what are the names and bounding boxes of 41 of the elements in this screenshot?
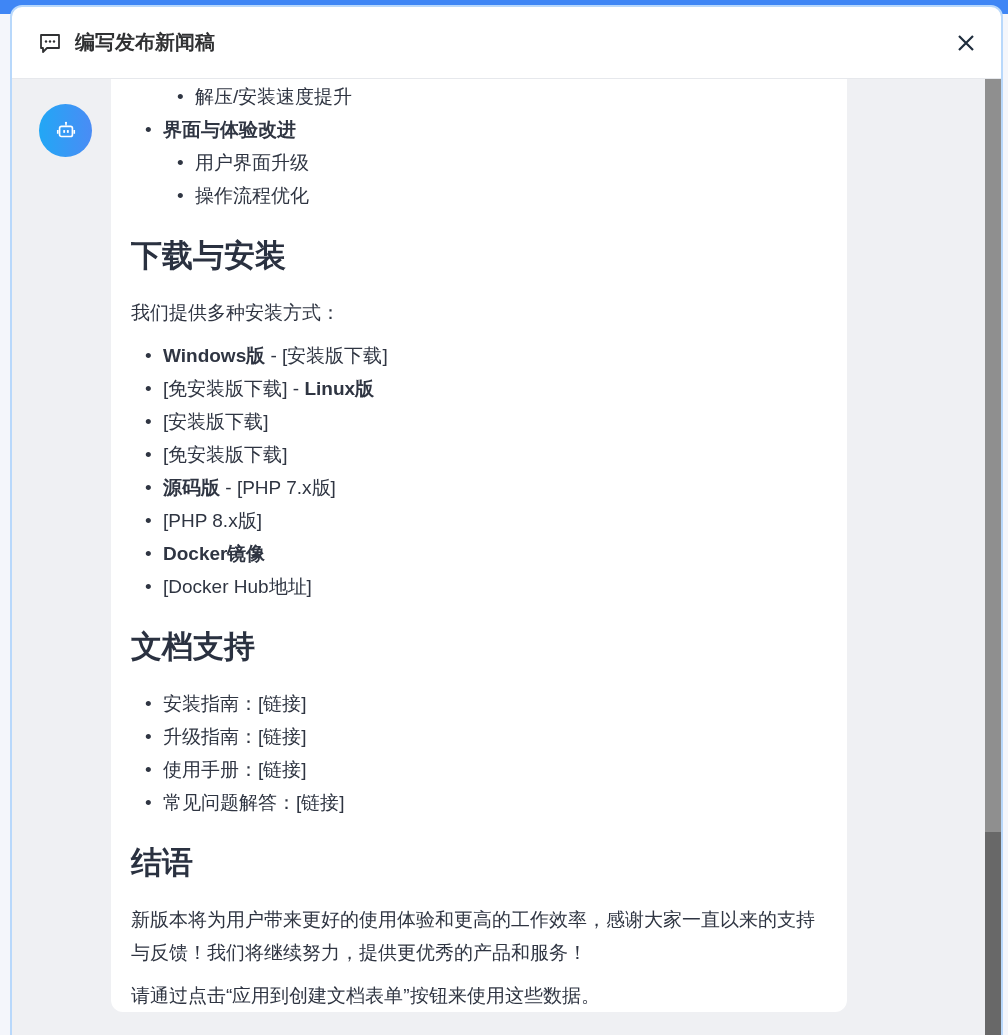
- scrollbar[interactable]: [985, 79, 1001, 1035]
- list-item: [免安装版下载]: [163, 443, 288, 467]
- list-item: Windows版 - [安装版下载]: [163, 344, 388, 368]
- section-heading: 文档支持: [131, 628, 256, 666]
- list-item: [免安装版下载] - Linux版: [163, 377, 375, 401]
- bullet: •: [177, 151, 185, 175]
- dialog-title: 编写发布新闻稿: [75, 30, 216, 55]
- list-item: 安装指南：[链接]: [163, 692, 307, 716]
- bullet: •: [177, 85, 185, 109]
- bullet: •: [145, 443, 153, 467]
- list-item: 操作流程优化: [195, 184, 309, 208]
- list-item: 源码版 - [PHP 7.x版]: [163, 476, 336, 500]
- bullet: •: [145, 542, 153, 566]
- robot-avatar-icon: [39, 104, 92, 157]
- bullet: •: [145, 575, 153, 599]
- bullet: •: [145, 377, 153, 401]
- section-heading: 下载与安装: [131, 237, 287, 275]
- bullet: •: [177, 184, 185, 208]
- bullet: •: [145, 410, 153, 434]
- paragraph: 请通过点击“应用到创建文档表单”按钮来使用这些数据。: [131, 984, 601, 1008]
- bullet: •: [145, 758, 153, 782]
- list-item: 界面与体验改进: [163, 118, 296, 142]
- bullet: •: [145, 509, 153, 533]
- list-item: 用户界面升级: [195, 151, 309, 175]
- section-heading: 结语: [131, 844, 194, 882]
- bullet: •: [145, 118, 153, 142]
- paragraph: 新版本将为用户带来更好的使用体验和更高的工作效率，感谢大家一直以来的支持与反馈！我们将继续努力，提供更优秀的产品和服务！: [131, 908, 816, 965]
- list-item: [PHP 8.x版]: [163, 509, 262, 533]
- list-item: 常见问题解答：[链接]: [163, 791, 345, 815]
- bullet: •: [145, 791, 153, 815]
- list-item: 升级指南：[链接]: [163, 725, 307, 749]
- list-item: [Docker Hub地址]: [163, 575, 312, 599]
- paragraph: 我们提供多种安装方式：: [131, 301, 341, 325]
- list-item: 使用手册：[链接]: [163, 758, 307, 782]
- list-item: [安装版下载]: [163, 410, 269, 434]
- list-item: Docker镜像: [163, 542, 266, 566]
- bullet: •: [145, 344, 153, 368]
- bullet: •: [145, 725, 153, 749]
- list-item: 解压/安装速度提升: [195, 85, 353, 109]
- bullet: •: [145, 692, 153, 716]
- bullet: •: [145, 476, 153, 500]
